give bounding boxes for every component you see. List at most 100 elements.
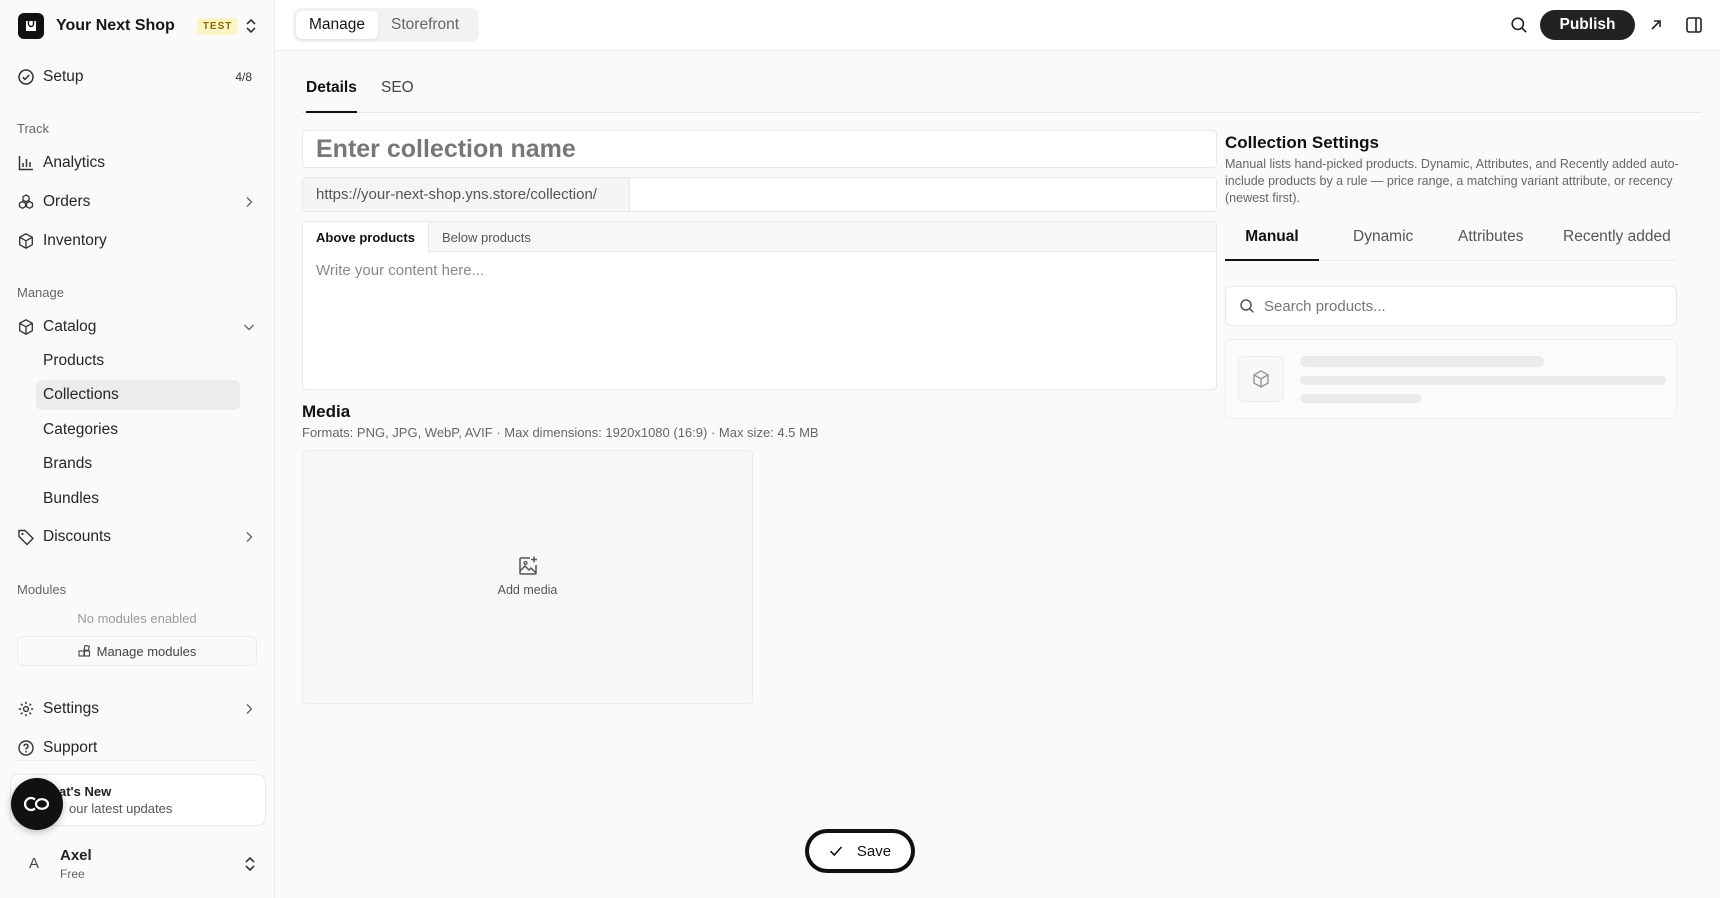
bar-chart-icon [18,156,33,171]
slug-field[interactable]: https://your-next-shop.yns.store/collect… [302,177,1217,212]
tab-attributes[interactable]: Attributes [1458,228,1523,261]
media-title: Media [302,402,351,421]
sidebar-item-bundles[interactable]: Bundles [36,484,240,514]
chevron-updown-icon[interactable] [243,855,257,873]
tab-seo[interactable]: SEO [381,79,414,113]
box-icon [19,233,33,249]
section-manage: Manage [17,285,64,300]
tab-storefront[interactable]: Storefront [378,11,472,39]
search-icon [1240,299,1254,313]
editor-placeholder: Write your content here... [316,262,485,279]
sidebar-item-label: Setup [43,68,84,85]
setup-progress: 4/8 [235,70,252,84]
no-modules-text: No modules enabled [77,611,197,626]
avatar: A [29,855,40,872]
media-dropzone[interactable]: Add media [302,450,753,704]
whats-new-subtitle: our latest updates [69,801,173,816]
save-button-inner: Save [809,833,911,869]
tab-below-products[interactable]: Below products [429,222,544,252]
sidebar: Your Next Shop TEST Setup 4/8 Track Anal… [0,0,275,898]
sidebar-item-setup[interactable]: Setup 4/8 [17,62,257,92]
main-content: Details SEO Enter collection name https:… [275,51,1720,898]
chat-assistant-button[interactable] [11,778,63,830]
store-icon [18,13,44,39]
chevron-updown-icon[interactable] [244,17,258,35]
mode-switch: Manage Storefront [293,8,479,42]
skeleton-line [1300,356,1544,367]
product-search-input[interactable]: Search products... [1225,286,1677,326]
product-search-placeholder: Search products... [1264,297,1386,315]
sidebar-item-label: Catalog [43,318,97,335]
user-name: Axel [60,847,92,864]
add-media-label: Add media [497,583,558,597]
sidebar-item-orders[interactable]: Orders [17,187,257,217]
skeleton-line [1300,394,1422,403]
image-plus-icon [518,556,537,575]
sidebar-item-label: Orders [43,193,91,210]
sidebar-item-label: Analytics [43,154,106,171]
user-plan: Free [60,867,85,881]
sidebar-item-inventory[interactable]: Inventory [17,226,257,256]
box-icon [19,319,33,335]
sidebar-item-discounts[interactable]: Discounts [17,522,257,552]
chevron-down-icon [244,324,254,331]
user-menu[interactable]: A Axel Free [17,845,257,883]
tag-icon [18,529,34,546]
manage-modules-button[interactable]: Manage modules [17,636,257,666]
orders-icon [18,194,34,210]
sidebar-item-analytics[interactable]: Analytics [17,148,257,178]
sidebar-item-label: Settings [43,700,100,717]
sidebar-item-collections[interactable]: Collections [36,380,240,410]
save-label: Save [856,842,892,860]
panel-icon[interactable] [1685,16,1703,34]
publish-button[interactable]: Publish [1540,10,1635,40]
sidebar-item-label: Inventory [43,232,107,249]
sidebar-item-products[interactable]: Products [36,346,240,376]
help-circle-icon [18,740,34,756]
page-tabs: Details SEO [302,51,1702,113]
shop-switcher[interactable]: Your Next Shop TEST [18,13,258,39]
add-media-button[interactable]: Add media [303,555,752,597]
check-circle-icon [18,69,34,85]
tab-details[interactable]: Details [306,79,357,113]
sidebar-item-support[interactable]: Support [17,733,257,763]
section-track: Track [17,121,50,136]
sidebar-item-categories[interactable]: Categories [36,415,240,445]
sidebar-item-brands[interactable]: Brands [36,449,240,479]
tab-manage[interactable]: Manage [296,11,379,39]
chevron-right-icon [246,704,253,714]
save-button[interactable]: Save [805,829,915,873]
sidebar-divider [17,760,257,761]
external-link-icon[interactable] [1648,17,1664,33]
shop-name: Your Next Shop [56,17,175,34]
sidebar-item-label: Support [43,739,98,756]
content-editor[interactable]: Above products Below products Write your… [302,221,1217,390]
tab-dynamic[interactable]: Dynamic [1353,228,1413,261]
collection-name-input[interactable]: Enter collection name [302,130,1217,168]
tab-manual[interactable]: Manual [1225,228,1319,261]
collection-type-tabs: Manual Dynamic Attributes Recently added [1225,219,1677,261]
sidebar-item-catalog[interactable]: Catalog [17,312,257,342]
manage-modules-label: Manage modules [96,643,197,659]
gear-icon [18,701,34,717]
sidebar-item-label: Discounts [43,528,112,545]
collection-settings-title: Collection Settings [1225,133,1379,152]
product-list-skeleton [1225,339,1677,419]
check-icon [829,846,842,857]
skeleton-line [1300,376,1666,385]
chevron-right-icon [246,532,253,542]
collection-settings-description: Manual lists hand-picked products. Dynam… [1225,157,1679,205]
tab-above-products[interactable]: Above products [303,222,429,253]
box-icon [1238,356,1284,402]
chevron-right-icon [246,197,253,207]
test-badge: TEST [196,17,239,35]
section-modules: Modules [17,582,67,597]
top-bar: Manage Storefront Publish [275,0,1720,51]
modules-icon [78,644,90,657]
tab-recently-added[interactable]: Recently added [1563,228,1671,261]
editor-tabs: Above products Below products [303,222,1216,253]
sidebar-item-settings[interactable]: Settings [17,694,257,724]
media-formats: Formats: PNG, JPG, WebP, AVIF · Max dime… [302,425,819,440]
search-icon[interactable] [1510,16,1528,34]
whats-new-title: at's New [59,784,112,799]
